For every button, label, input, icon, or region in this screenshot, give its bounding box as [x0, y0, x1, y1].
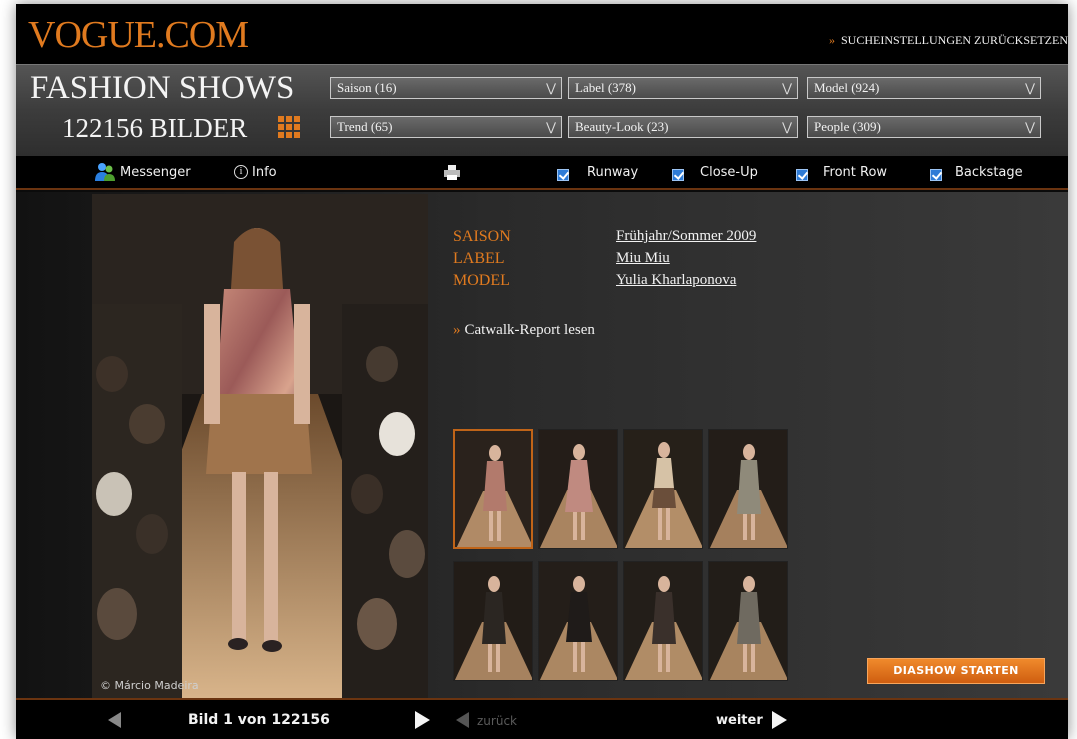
- toolbar: Messenger i Info Runway Close-Up Front R…: [16, 156, 1068, 190]
- info-link[interactable]: Info: [252, 165, 277, 180]
- info-icon[interactable]: i: [234, 165, 248, 179]
- thumbnail-image: [454, 562, 532, 680]
- chevron-down-icon: ⋁: [782, 120, 792, 134]
- model-value-link[interactable]: Yulia Kharlaponova: [616, 272, 736, 289]
- thumbnail-image: [709, 430, 787, 548]
- thumbnail-1[interactable]: [453, 429, 533, 549]
- saison-label: SAISON: [453, 228, 511, 245]
- catwalk-report-link[interactable]: » Catwalk-Report lesen: [453, 322, 595, 339]
- label-dropdown-label: Label (378): [575, 80, 637, 95]
- pager-bar: Bild 1 von 122156 zurück weiter: [16, 698, 1068, 739]
- thumbnail-image: [539, 430, 617, 548]
- reset-search-label: SUCHEINSTELLUNGEN ZURÜCKSETZEN: [841, 33, 1068, 47]
- beauty-look-dropdown-label: Beauty-Look (23): [575, 119, 669, 134]
- model-label: MODEL: [453, 272, 510, 289]
- photo-credit: © Márcio Madeira: [100, 679, 199, 692]
- front-row-checkbox[interactable]: [796, 169, 808, 181]
- thumbnail-5[interactable]: [453, 561, 533, 681]
- model-dropdown-label: Model (924): [814, 80, 880, 95]
- thumbnail-image: [709, 562, 787, 680]
- thumbnail-7[interactable]: [623, 561, 703, 681]
- chevron-down-icon: ⋁: [1025, 120, 1035, 134]
- main-runway-photo[interactable]: © Márcio Madeira: [92, 194, 428, 698]
- backstage-label: Backstage: [955, 165, 1023, 180]
- chevron-down-icon: ⋁: [782, 81, 792, 95]
- close-up-checkbox[interactable]: [672, 169, 684, 181]
- trend-dropdown[interactable]: Trend (65) ⋁: [330, 116, 562, 138]
- label-value-link[interactable]: Miu Miu: [616, 250, 670, 267]
- messenger-link[interactable]: Messenger: [120, 165, 191, 180]
- thumbnail-image: [455, 431, 531, 547]
- image-position: Bild 1 von 122156: [188, 712, 330, 728]
- people-dropdown[interactable]: People (309) ⋁: [807, 116, 1041, 138]
- thumbnail-image: [624, 430, 702, 548]
- chevron-down-icon: ⋁: [1025, 81, 1035, 95]
- close-up-label: Close-Up: [700, 165, 758, 180]
- previous-page-link[interactable]: zurück: [477, 714, 517, 728]
- thumbnail-6[interactable]: [538, 561, 618, 681]
- grid-view-icon[interactable]: [278, 116, 300, 138]
- start-slideshow-button[interactable]: DIASHOW STARTEN: [867, 658, 1045, 684]
- previous-image-arrow-icon[interactable]: [108, 712, 121, 728]
- top-bar: VOGUE.COM » SUCHEINSTELLUNGEN ZURÜCKSETZE…: [16, 4, 1068, 64]
- catwalk-report-label: Catwalk-Report lesen: [464, 322, 595, 338]
- next-page-arrow-icon[interactable]: [772, 711, 787, 729]
- image-count: 122156 BILDER: [62, 113, 248, 143]
- next-page-link[interactable]: weiter: [716, 713, 763, 728]
- chevron-down-icon: ⋁: [546, 81, 556, 95]
- thumbnail-8[interactable]: [708, 561, 788, 681]
- page-title: FASHION SHOWS: [30, 70, 295, 106]
- chevron-icon: »: [453, 322, 461, 338]
- label-dropdown[interactable]: Label (378) ⋁: [568, 77, 798, 99]
- vogue-fashion-shows-window: VOGUE.COM » SUCHEINSTELLUNGEN ZURÜCKSETZE…: [16, 4, 1068, 739]
- model-dropdown[interactable]: Model (924) ⋁: [807, 77, 1041, 99]
- beauty-look-dropdown[interactable]: Beauty-Look (23) ⋁: [568, 116, 798, 138]
- front-row-label: Front Row: [823, 165, 888, 180]
- backstage-checkbox[interactable]: [930, 169, 942, 181]
- previous-page-arrow-icon[interactable]: [456, 712, 469, 728]
- thumbnail-2[interactable]: [538, 429, 618, 549]
- runway-checkbox[interactable]: [557, 169, 569, 181]
- thumbnail-image: [539, 562, 617, 680]
- saison-dropdown-label: Saison (16): [337, 80, 397, 95]
- thumbnail-image: [624, 562, 702, 680]
- print-icon[interactable]: [444, 165, 460, 180]
- label-label: LABEL: [453, 250, 505, 267]
- next-image-arrow-icon[interactable]: [415, 711, 430, 729]
- vogue-logo[interactable]: VOGUE.COM: [28, 14, 249, 56]
- content-area: © Márcio Madeira SAISON LABEL MODEL Früh…: [16, 192, 1068, 698]
- thumbnail-3[interactable]: [623, 429, 703, 549]
- chevron-down-icon: ⋁: [546, 120, 556, 134]
- saison-dropdown[interactable]: Saison (16) ⋁: [330, 77, 562, 99]
- people-dropdown-label: People (309): [814, 119, 881, 134]
- trend-dropdown-label: Trend (65): [337, 119, 393, 134]
- messenger-icon[interactable]: [94, 162, 116, 182]
- saison-value-link[interactable]: Frühjahr/Sommer 2009: [616, 228, 756, 245]
- thumbnail-4[interactable]: [708, 429, 788, 549]
- runway-photo-image: [92, 194, 428, 698]
- runway-label: Runway: [587, 165, 639, 180]
- chevron-icon: »: [829, 33, 835, 47]
- filter-bar: FASHION SHOWS 122156 BILDER Saison (16) …: [16, 64, 1068, 156]
- reset-search-link[interactable]: » SUCHEINSTELLUNGEN ZURÜCKSETZEN: [829, 33, 1068, 48]
